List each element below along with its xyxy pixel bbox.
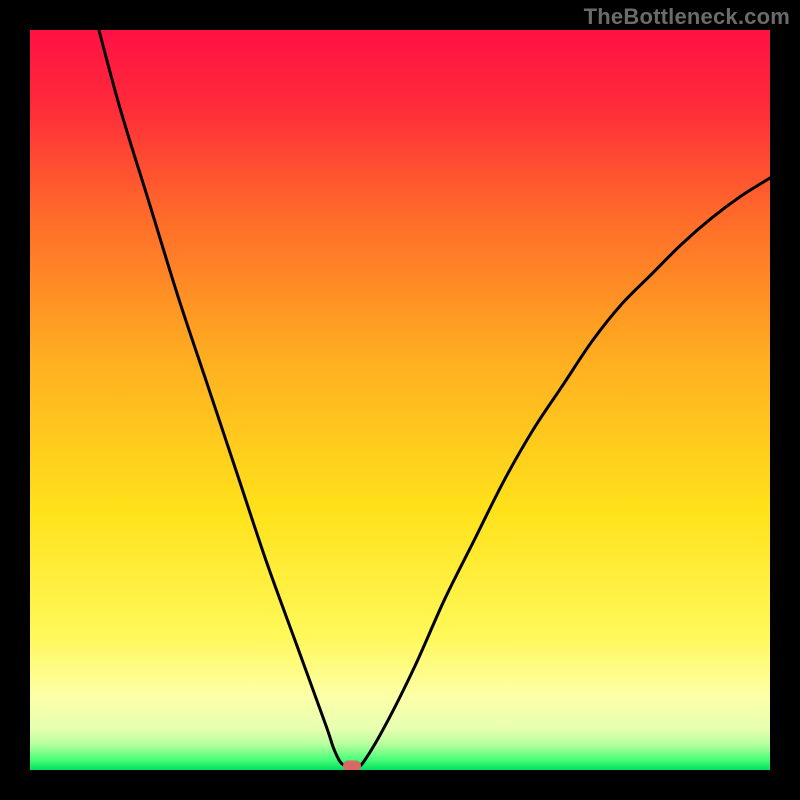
watermark-text: TheBottleneck.com xyxy=(584,4,790,30)
bottleneck-curve xyxy=(30,30,770,770)
plot-area xyxy=(30,30,770,770)
outer-frame: TheBottleneck.com xyxy=(0,0,800,800)
optimal-point-marker xyxy=(343,760,361,770)
